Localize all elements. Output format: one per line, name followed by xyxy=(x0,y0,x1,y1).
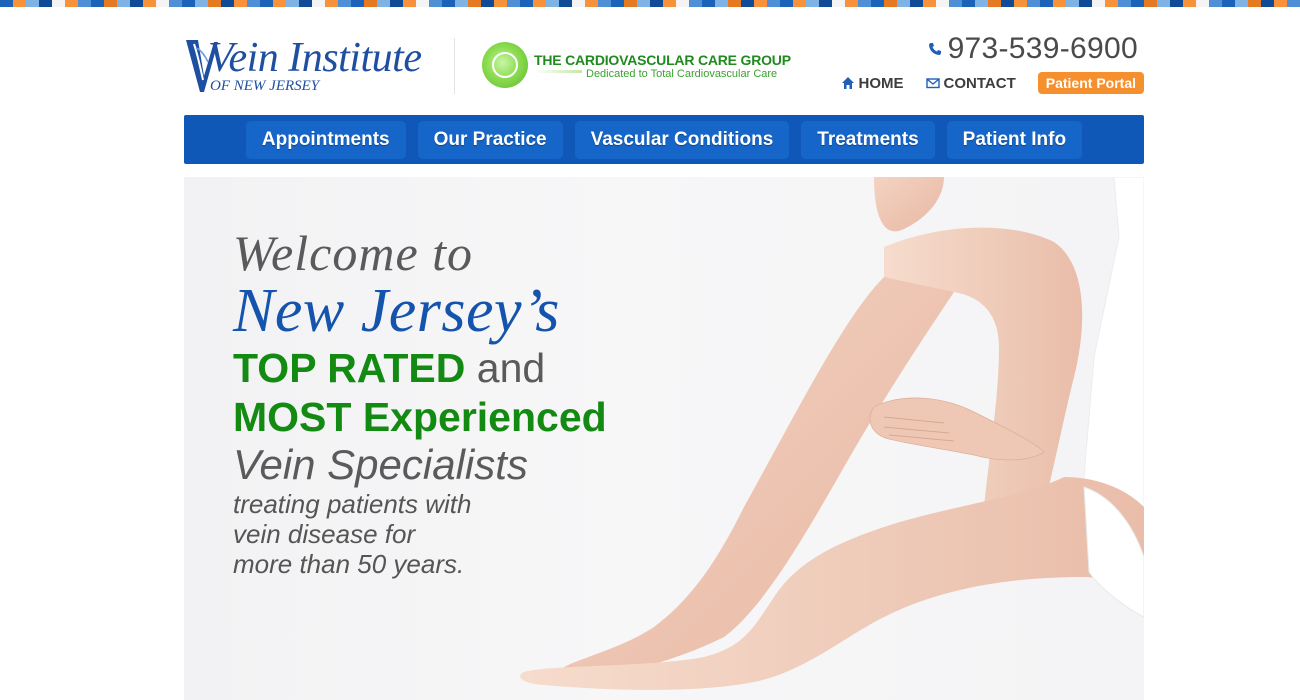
home-link[interactable]: HOME xyxy=(841,75,904,92)
phone-icon xyxy=(928,43,941,55)
hero-banner: Welcome to New Jersey’s TOP RATED and MO… xyxy=(184,177,1144,700)
strip-segment xyxy=(65,0,78,7)
strip-segment xyxy=(1287,0,1300,7)
strip-segment xyxy=(39,0,52,7)
strip-segment xyxy=(143,0,156,7)
strip-segment xyxy=(1183,0,1196,7)
hero-top-rated: TOP RATED xyxy=(233,345,466,391)
strip-segment xyxy=(104,0,117,7)
strip-segment xyxy=(13,0,26,7)
strip-segment xyxy=(0,0,13,7)
home-icon xyxy=(841,77,854,89)
page-container: Vein Institute OF NEW JERSEY THE CARDIOV… xyxy=(184,0,1144,700)
strip-segment xyxy=(169,0,182,7)
hero-headline: Welcome to New Jersey’s TOP RATED and MO… xyxy=(233,225,607,579)
logo-divider xyxy=(454,38,455,94)
vein-institute-logo[interactable]: Vein Institute OF NEW JERSEY xyxy=(184,34,434,98)
strip-segment xyxy=(91,0,104,7)
hero-most-experienced: MOST Experienced xyxy=(233,394,607,440)
strip-segment xyxy=(117,0,130,7)
strip-segment xyxy=(1261,0,1274,7)
logo-title: Vein Institute xyxy=(208,35,422,81)
strip-segment xyxy=(1274,0,1287,7)
envelope-icon xyxy=(925,78,940,89)
strip-segment xyxy=(156,0,169,7)
hero-desc-line-2: vein disease for xyxy=(233,519,416,549)
partner-tagline: Dedicated to Total Cardiovascular Care xyxy=(582,68,778,80)
hero-desc-line-3: more than 50 years. xyxy=(233,549,465,579)
strip-segment xyxy=(1209,0,1222,7)
hero-top-rated-line: TOP RATED and xyxy=(233,343,607,393)
strip-segment xyxy=(1170,0,1183,7)
phone-text: 973-539-6900 xyxy=(947,32,1138,65)
nav-item-appointments[interactable]: Appointments xyxy=(245,120,406,159)
nav-item-treatments[interactable]: Treatments xyxy=(801,120,935,159)
apple-icon xyxy=(482,42,528,88)
nav-item-our-practice[interactable]: Our Practice xyxy=(417,120,563,159)
strip-segment xyxy=(1235,0,1248,7)
hero-desc-line-1: treating patients with xyxy=(233,489,472,519)
strip-segment xyxy=(130,0,143,7)
hero-state: New Jersey’s xyxy=(233,277,560,345)
strip-segment xyxy=(1248,0,1261,7)
partner-name: THE CARDIOVASCULAR CARE GROUP xyxy=(534,52,791,68)
contact-link-label: CONTACT xyxy=(943,74,1016,92)
hero-and: and xyxy=(476,345,546,391)
contact-link[interactable]: CONTACT xyxy=(925,74,1016,92)
strip-segment xyxy=(26,0,39,7)
phone-number[interactable]: 973-539-6900 xyxy=(928,32,1138,66)
patient-portal-button[interactable]: Patient Portal xyxy=(1037,72,1144,94)
hero-welcome: Welcome to xyxy=(233,225,474,281)
strip-segment xyxy=(1196,0,1209,7)
nav-item-patient-info[interactable]: Patient Info xyxy=(946,120,1083,159)
home-link-label: HOME xyxy=(858,74,904,92)
cardiovascular-care-group-logo[interactable]: THE CARDIOVASCULAR CARE GROUP Dedicated … xyxy=(482,42,791,92)
strip-segment xyxy=(78,0,91,7)
utility-links: HOME CONTACT Patient Portal xyxy=(841,72,1144,94)
main-navigation: Appointments Our Practice Vascular Condi… xyxy=(184,115,1144,164)
strip-segment xyxy=(1157,0,1170,7)
logo-subtitle: OF NEW JERSEY xyxy=(210,78,320,94)
hero-vein-specialists: Vein Specialists xyxy=(233,441,528,488)
strip-segment xyxy=(1144,0,1157,7)
nav-item-vascular-conditions[interactable]: Vascular Conditions xyxy=(574,120,790,159)
strip-segment xyxy=(52,0,65,7)
strip-segment xyxy=(1222,0,1235,7)
